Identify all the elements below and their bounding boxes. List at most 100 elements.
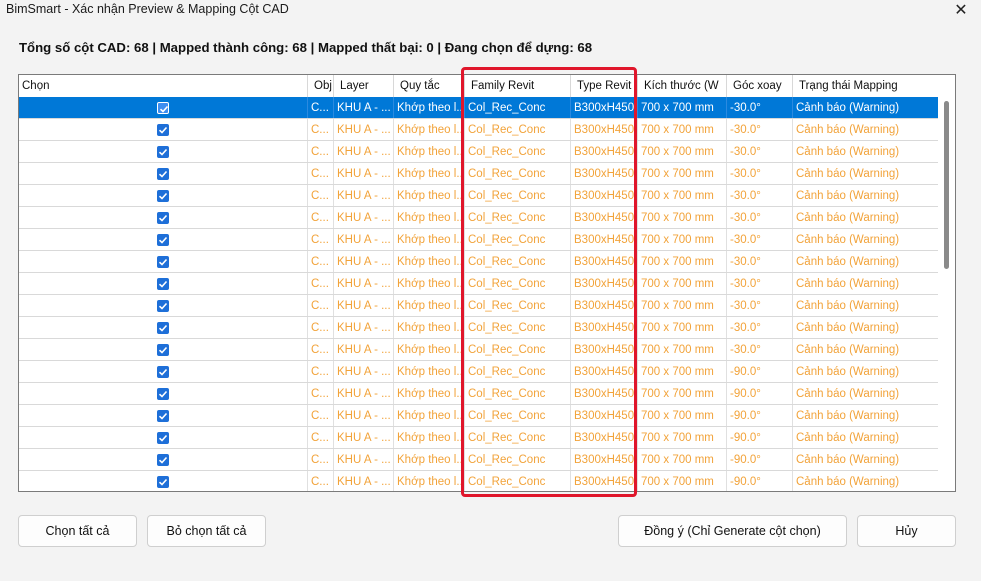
cell-family[interactable]: Col_Rec_Conc	[465, 339, 571, 360]
cell-obj[interactable]: C...	[308, 97, 334, 118]
cell-size[interactable]: 700 x 700 mm	[638, 97, 727, 118]
cell-chon[interactable]	[19, 339, 308, 360]
table-row[interactable]: C... KHU A - ... Khớp theo l... Col_Rec_Con…	[19, 97, 938, 119]
cell-type[interactable]: B300xH450	[571, 251, 638, 272]
cell-family[interactable]: Col_Rec_Conc	[465, 405, 571, 426]
cell-layer[interactable]: KHU A - ...	[334, 97, 394, 118]
cell-quytac[interactable]: Khớp theo l...	[394, 207, 465, 228]
col-header-kichthuoc[interactable]: Kích thước (W	[638, 75, 727, 97]
col-header-gocxoay[interactable]: Góc xoay	[727, 75, 793, 97]
scrollbar-thumb[interactable]	[944, 101, 949, 269]
cell-layer[interactable]: KHU A - ...	[334, 163, 394, 184]
table-row[interactable]: C... KHU A - ... Khớp theo l... Col_Rec_Con…	[19, 273, 938, 295]
cell-size[interactable]: 700 x 700 mm	[638, 207, 727, 228]
cell-status[interactable]: Cảnh báo (Warning)	[793, 229, 938, 250]
cell-chon[interactable]	[19, 119, 308, 140]
cell-family[interactable]: Col_Rec_Conc	[465, 295, 571, 316]
cell-size[interactable]: 700 x 700 mm	[638, 427, 727, 448]
cell-quytac[interactable]: Khớp theo l...	[394, 471, 465, 491]
cell-size[interactable]: 700 x 700 mm	[638, 185, 727, 206]
cell-quytac[interactable]: Khớp theo l...	[394, 361, 465, 382]
checkbox[interactable]	[157, 410, 169, 422]
cell-type[interactable]: B300xH450	[571, 163, 638, 184]
cell-status[interactable]: Cảnh báo (Warning)	[793, 119, 938, 140]
cell-quytac[interactable]: Khớp theo l...	[394, 295, 465, 316]
table-row[interactable]: C... KHU A - ... Khớp theo l... Col_Rec_Con…	[19, 317, 938, 339]
cell-type[interactable]: B300xH450	[571, 273, 638, 294]
cancel-button[interactable]: Hủy	[857, 515, 956, 547]
checkbox[interactable]	[157, 212, 169, 224]
cell-family[interactable]: Col_Rec_Conc	[465, 163, 571, 184]
cell-family[interactable]: Col_Rec_Conc	[465, 207, 571, 228]
cell-type[interactable]: B300xH450	[571, 185, 638, 206]
cell-type[interactable]: B300xH450	[571, 339, 638, 360]
cell-quytac[interactable]: Khớp theo l...	[394, 163, 465, 184]
cell-chon[interactable]	[19, 383, 308, 404]
checkbox[interactable]	[157, 124, 169, 136]
cell-quytac[interactable]: Khớp theo l...	[394, 229, 465, 250]
checkbox[interactable]	[157, 388, 169, 400]
cell-angle[interactable]: -30.0°	[727, 273, 793, 294]
cell-obj[interactable]: C...	[308, 405, 334, 426]
cell-size[interactable]: 700 x 700 mm	[638, 471, 727, 491]
cell-obj[interactable]: C...	[308, 163, 334, 184]
cell-quytac[interactable]: Khớp theo l...	[394, 273, 465, 294]
cell-quytac[interactable]: Khớp theo l...	[394, 185, 465, 206]
cell-family[interactable]: Col_Rec_Conc	[465, 251, 571, 272]
select-all-button[interactable]: Chọn tất cả	[18, 515, 137, 547]
cell-layer[interactable]: KHU A - ...	[334, 405, 394, 426]
cell-family[interactable]: Col_Rec_Conc	[465, 449, 571, 470]
cell-angle[interactable]: -30.0°	[727, 141, 793, 162]
cell-type[interactable]: B300xH450	[571, 405, 638, 426]
deselect-all-button[interactable]: Bỏ chọn tất cả	[147, 515, 266, 547]
cell-obj[interactable]: C...	[308, 207, 334, 228]
cell-type[interactable]: B300xH450	[571, 317, 638, 338]
cell-status[interactable]: Cảnh báo (Warning)	[793, 339, 938, 360]
checkbox[interactable]	[157, 256, 169, 268]
cell-chon[interactable]	[19, 361, 308, 382]
checkbox[interactable]	[157, 432, 169, 444]
cell-status[interactable]: Cảnh báo (Warning)	[793, 405, 938, 426]
cell-chon[interactable]	[19, 163, 308, 184]
cell-angle[interactable]: -90.0°	[727, 449, 793, 470]
table-row[interactable]: C... KHU A - ... Khớp theo l... Col_Rec_Con…	[19, 471, 938, 491]
cell-status[interactable]: Cảnh báo (Warning)	[793, 207, 938, 228]
cell-chon[interactable]	[19, 471, 308, 491]
checkbox[interactable]	[157, 190, 169, 202]
cell-chon[interactable]	[19, 207, 308, 228]
cell-type[interactable]: B300xH450	[571, 207, 638, 228]
cell-status[interactable]: Cảnh báo (Warning)	[793, 97, 938, 118]
cell-size[interactable]: 700 x 700 mm	[638, 317, 727, 338]
cell-obj[interactable]: C...	[308, 295, 334, 316]
cell-chon[interactable]	[19, 405, 308, 426]
cell-chon[interactable]	[19, 295, 308, 316]
table-row[interactable]: C... KHU A - ... Khớp theo l... Col_Rec_Con…	[19, 163, 938, 185]
cell-angle[interactable]: -90.0°	[727, 361, 793, 382]
cell-angle[interactable]: -30.0°	[727, 185, 793, 206]
table-row[interactable]: C... KHU A - ... Khớp theo l... Col_Rec_Con…	[19, 427, 938, 449]
cell-type[interactable]: B300xH450	[571, 427, 638, 448]
cell-size[interactable]: 700 x 700 mm	[638, 449, 727, 470]
cell-layer[interactable]: KHU A - ...	[334, 361, 394, 382]
cell-status[interactable]: Cảnh báo (Warning)	[793, 295, 938, 316]
checkbox[interactable]	[157, 146, 169, 158]
cell-quytac[interactable]: Khớp theo l...	[394, 339, 465, 360]
col-header-type[interactable]: Type Revit	[571, 75, 638, 97]
col-header-obj[interactable]: Obj	[308, 75, 334, 97]
cell-quytac[interactable]: Khớp theo l...	[394, 251, 465, 272]
cell-quytac[interactable]: Khớp theo l...	[394, 383, 465, 404]
cell-obj[interactable]: C...	[308, 471, 334, 491]
cell-angle[interactable]: -30.0°	[727, 163, 793, 184]
cell-status[interactable]: Cảnh báo (Warning)	[793, 471, 938, 491]
cell-family[interactable]: Col_Rec_Conc	[465, 427, 571, 448]
cell-layer[interactable]: KHU A - ...	[334, 427, 394, 448]
cell-size[interactable]: 700 x 700 mm	[638, 405, 727, 426]
col-header-chon[interactable]: Chọn	[19, 75, 308, 97]
cell-angle[interactable]: -30.0°	[727, 295, 793, 316]
cell-family[interactable]: Col_Rec_Conc	[465, 471, 571, 491]
checkbox[interactable]	[157, 476, 169, 488]
checkbox[interactable]	[157, 322, 169, 334]
cell-obj[interactable]: C...	[308, 273, 334, 294]
cell-layer[interactable]: KHU A - ...	[334, 383, 394, 404]
cell-layer[interactable]: KHU A - ...	[334, 185, 394, 206]
